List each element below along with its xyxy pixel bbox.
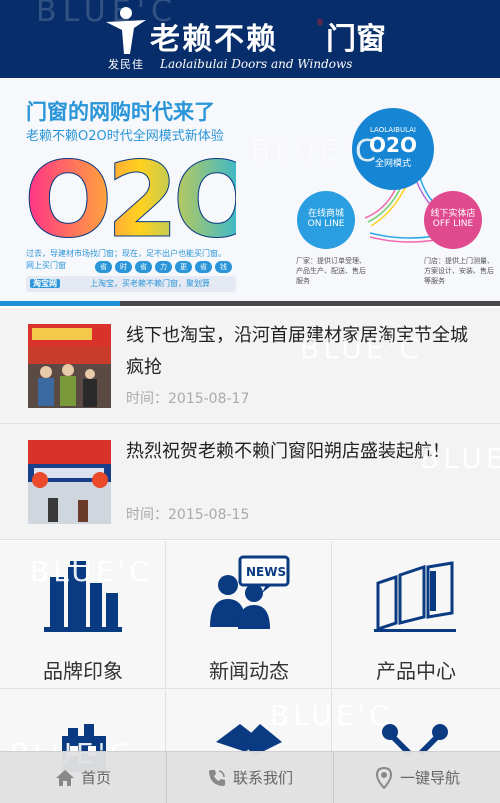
brand-suffix: 门窗 [326,22,386,57]
banner-title: 门窗的网购时代来了 [26,100,215,124]
menu-products[interactable]: 产品中心 [332,541,500,689]
news-thumbnail [28,440,111,524]
phone-icon [208,769,225,786]
app-header: BLUE'C 发民佳 老赖不赖 ® 门窗 Laolaibulai Doors a… [0,0,500,78]
o2o-text: O2O [24,148,236,248]
nav-navigate[interactable]: 一键导航 [334,752,500,803]
news-thumbnail [28,324,111,408]
menu-news[interactable]: NEWS 新闻动态 [166,541,332,689]
menu-label: 品牌印象 [43,659,123,683]
news-item[interactable]: 热烈祝贺老赖不赖门窗阳朔店盛装起航！ 时间：2015-08-15 BLUE'C [0,424,500,540]
brand-english-name: Laolaibulai Doors and Windows [160,57,353,71]
banner-tag-dots: 省时省力更省钱 [95,261,232,273]
news-watermark: BLUE'C [300,332,423,365]
nav-navigate-label: 一键导航 [399,769,460,787]
grid-watermark: BLUE'C [270,699,393,732]
banner-progress-indicator [0,301,120,306]
news-icon: NEWS [210,555,290,629]
banner-subtitle: 老赖不赖O2O时代全网模式新体验 [26,129,224,144]
online-caption: 厂家：提供订单受理、产品生产、配送、售后服务 [296,257,366,285]
logo-subtitle: 发民佳 [108,58,144,71]
menu-label: 新闻动态 [209,659,289,683]
bottom-nav: 首页 联系我们 一键导航 [0,751,500,803]
news-time: 时间：2015-08-17 [126,391,250,407]
brand-name: 老赖不赖 [150,22,278,57]
nav-contact-label: 联系我们 [232,769,293,787]
promo-banner[interactable]: 门窗的网购时代来了 老赖不赖O2O时代全网模式新体验 O2O 过去，导建材市场找… [0,78,500,306]
svg-text:NEWS: NEWS [246,565,286,579]
online-circle: 在线商城 ON LINE [297,191,355,249]
nav-contact[interactable]: 联系我们 [167,752,334,803]
news-watermark: BLUE'C [420,442,500,475]
offline-circle: 线下实体店 OFF LINE [424,191,482,249]
news-time: 时间：2015-08-15 [126,507,250,523]
grid-watermark: BLUE'C [30,555,153,588]
nav-home[interactable]: 首页 [0,752,167,803]
brand-registered-mark: ® [316,18,324,27]
nav-home-label: 首页 [80,769,111,787]
taobao-logo: 淘宝网 [30,279,60,288]
news-item[interactable]: 线下也淘宝，沿河首届建材家居淘宝节全城疯抢 时间：2015-08-17 BLUE… [0,308,500,424]
offline-caption: 门店：提供上门测量、方案设计、安装、售后等服务 [424,257,494,285]
banner-watermark: BLUE'C [250,134,380,169]
logo-figure-icon [106,7,146,54]
home-icon [55,769,74,786]
location-pin-icon [375,766,392,789]
o2o-graphic: O2O [24,148,236,248]
menu-label: 产品中心 [376,659,456,683]
taobao-strip: 淘宝网 上淘宝，买老赖不赖门窗，聚划算 [26,276,236,292]
windows-icon [374,561,456,632]
